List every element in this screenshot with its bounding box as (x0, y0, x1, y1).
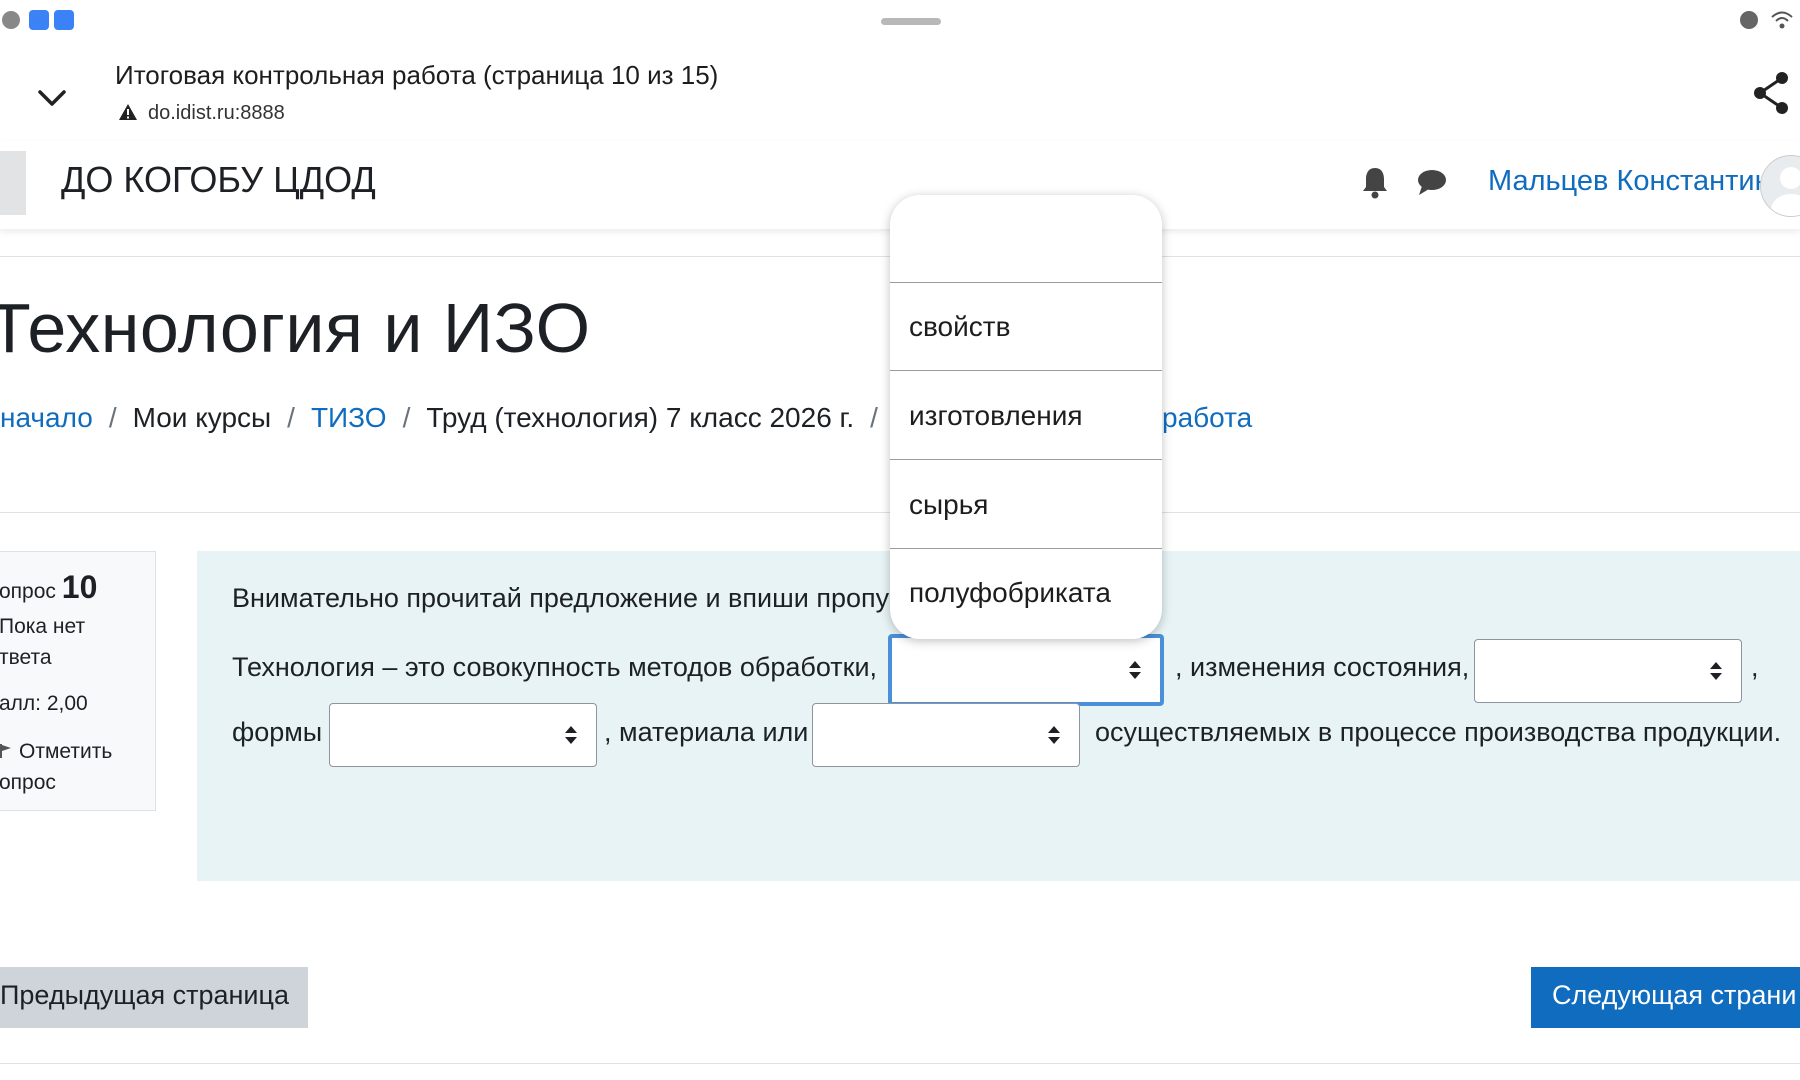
warning-icon (119, 104, 137, 120)
gap-select-2[interactable] (1474, 639, 1742, 703)
breadcrumb-separator: / (287, 402, 295, 433)
breadcrumb-separator: / (108, 402, 117, 433)
select-arrows-icon (565, 726, 577, 744)
select-arrows-icon (1129, 661, 1141, 679)
url-bar[interactable]: do.idist.ru:8888 (118, 102, 285, 125)
browser-header: Итоговая контрольная работа (страница 10… (0, 40, 1800, 142)
flag-question-label-cont: опрос (0, 771, 56, 794)
question-text: осуществляемых в процессе производства п… (1095, 717, 1782, 747)
breadcrumb-separator: / (870, 402, 878, 433)
question-number-row: опрос 10 (0, 569, 97, 606)
gap-select-4[interactable] (812, 703, 1080, 767)
drag-handle[interactable] (881, 18, 941, 25)
chat-icon[interactable] (1416, 167, 1448, 197)
dropdown-option-empty[interactable] (890, 195, 1162, 283)
user-menu-name[interactable]: Мальцев Константин (1488, 165, 1771, 198)
gap-select-3[interactable] (329, 703, 597, 767)
breadcrumb-item-quiz-tail[interactable]: работа (1162, 402, 1252, 434)
select-arrows-icon (1048, 726, 1060, 744)
question-text: , материала или (604, 717, 809, 747)
bell-icon[interactable] (1360, 165, 1390, 199)
question-label: опрос (0, 580, 56, 603)
avatar-icon (1771, 167, 1800, 216)
breadcrumb-item-home[interactable]: начало (0, 402, 93, 433)
question-text: , (1751, 652, 1759, 682)
gap-select-1[interactable] (888, 634, 1164, 706)
question-instruction: Внимательно прочитай предложение и впиши… (232, 583, 890, 613)
breadcrumb: начало / Мои курсы / ТИЗО / Труд (технология) … (0, 402, 1252, 434)
question-text: Технология – это совокупность методов об… (232, 652, 878, 682)
question-text: , изменения состояния, (1175, 652, 1470, 682)
select-arrows-icon (1710, 662, 1722, 680)
drawer-toggle[interactable] (0, 151, 26, 215)
breadcrumb-separator: / (402, 402, 411, 433)
app-notification-icon (29, 10, 49, 30)
site-name[interactable]: ДО КОГОБУ ЦДОД (61, 159, 376, 201)
url-text: do.idist.ru:8888 (148, 102, 285, 124)
previous-page-button[interactable]: Предыдущая страница (0, 967, 308, 1028)
next-page-button[interactable]: Следующая страни (1531, 967, 1800, 1028)
app-notification-icon (54, 10, 74, 30)
breadcrumb-item-my-courses: Мои курсы (132, 402, 272, 433)
dropdown-option[interactable]: изготовления (890, 372, 1162, 460)
question-text: формы (232, 717, 323, 747)
flag-question-label: Отметить (19, 740, 113, 763)
tab-title: Итоговая контрольная работа (страница 10… (115, 60, 719, 90)
chevron-down-icon[interactable] (30, 76, 74, 120)
flag-icon (0, 744, 11, 758)
flag-question-button[interactable]: Отметить (0, 740, 112, 764)
dropdown-option[interactable]: сырья (890, 461, 1162, 549)
notification-icon (2, 11, 20, 29)
gap-select-1-dropdown: свойств изготовления сырья полуфобриката (890, 195, 1162, 639)
wifi-icon (1771, 11, 1793, 29)
breadcrumb-item-section: Труд (технология) 7 класс 2026 г. (426, 402, 855, 433)
question-status-cont: твета (0, 646, 52, 669)
question-number: 10 (61, 569, 98, 605)
alarm-icon (1740, 11, 1758, 29)
question-status: Пока нет (0, 615, 86, 638)
page-title: Технология и ИЗО (0, 289, 591, 367)
dropdown-option[interactable]: свойств (890, 283, 1162, 371)
question-score: алл: 2,00 (0, 692, 88, 715)
question-info: опрос 10 Пока нет твета алл: 2,00 Отмети… (0, 551, 156, 811)
share-icon[interactable] (1750, 70, 1792, 116)
divider (0, 1063, 1800, 1064)
breadcrumb-item-course[interactable]: ТИЗО (311, 402, 387, 433)
dropdown-option[interactable]: полуфобриката (890, 549, 1162, 637)
